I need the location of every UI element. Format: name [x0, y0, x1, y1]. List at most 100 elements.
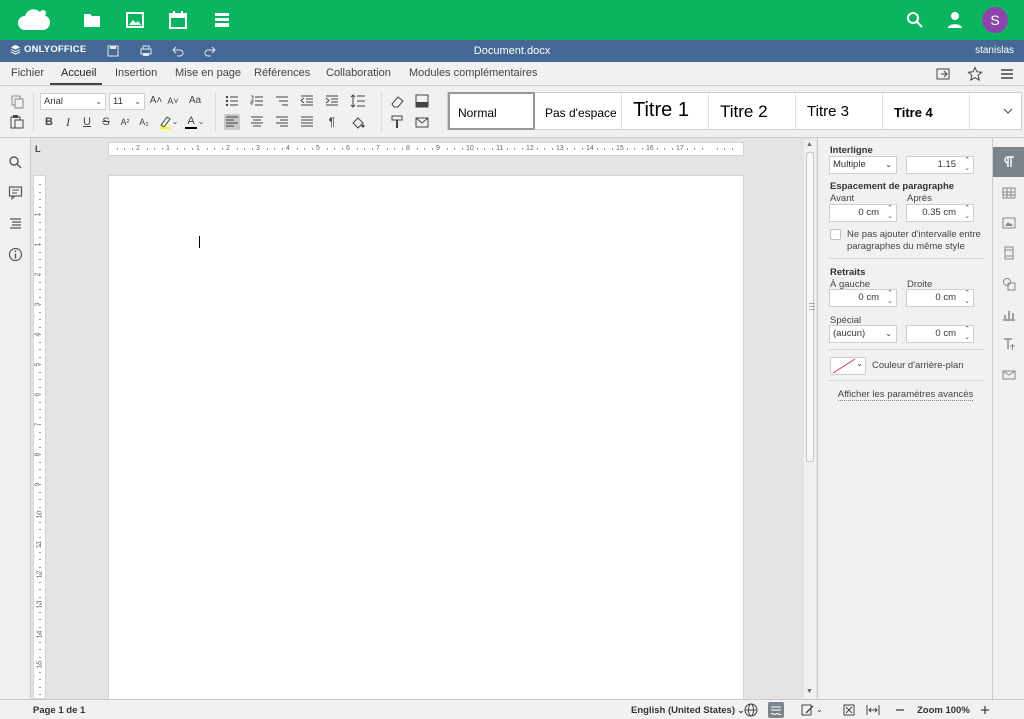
- style-no-spacing[interactable]: Pas d'espace: [535, 93, 622, 129]
- style-titre-3[interactable]: Titre 3: [796, 93, 883, 129]
- zoom-in-icon[interactable]: [978, 703, 992, 717]
- copy-style-paintbrush-icon[interactable]: [389, 114, 405, 130]
- tab-modules[interactable]: Modules complémentaires: [409, 67, 537, 79]
- grow-font-button[interactable]: A˄: [148, 93, 164, 109]
- style-titre-4[interactable]: Titre 4: [883, 93, 970, 129]
- spin-arrows-icon[interactable]: ⌃ ⌄: [964, 157, 970, 173]
- strikethrough-button[interactable]: S: [98, 114, 114, 130]
- align-right-icon[interactable]: [274, 114, 290, 130]
- color-scheme-icon[interactable]: [414, 93, 430, 109]
- line-spacing-value[interactable]: 1.15 ⌃ ⌄: [906, 156, 974, 174]
- document-page[interactable]: [108, 175, 744, 699]
- spin-arrows-icon[interactable]: ⌃ ⌄: [887, 205, 893, 221]
- shape-settings-tab[interactable]: [993, 269, 1024, 299]
- paste-icon[interactable]: [9, 114, 25, 130]
- spellcheck-icon[interactable]: [768, 702, 784, 718]
- scroll-down-icon[interactable]: ▼: [806, 688, 813, 695]
- bullet-list-icon[interactable]: [224, 93, 240, 109]
- spin-arrows-icon[interactable]: ⌃ ⌄: [964, 290, 970, 306]
- indent-left-input[interactable]: 0 cm ⌃ ⌄: [829, 289, 897, 307]
- menu-hamburger-icon[interactable]: [999, 66, 1015, 82]
- fit-page-icon[interactable]: [842, 703, 856, 717]
- tab-collaboration[interactable]: Collaboration: [326, 67, 391, 79]
- search-icon[interactable]: [905, 10, 925, 30]
- font-size-select[interactable]: 11 ⌄: [109, 93, 145, 110]
- decrease-indent-icon[interactable]: [299, 93, 315, 109]
- underline-button[interactable]: U: [79, 114, 95, 130]
- tab-accueil[interactable]: Accueil: [61, 67, 96, 79]
- mail-merge-settings-tab[interactable]: [993, 360, 1024, 390]
- search-icon[interactable]: [8, 155, 23, 170]
- multilevel-list-icon[interactable]: [274, 93, 290, 109]
- chevron-down-icon[interactable]: ⌄: [171, 114, 179, 130]
- align-center-icon[interactable]: [249, 114, 265, 130]
- style-titre-2[interactable]: Titre 2: [709, 93, 796, 129]
- tab-references[interactable]: Références: [254, 67, 310, 79]
- calendar-icon[interactable]: [168, 10, 188, 30]
- horizontal-ruler[interactable]: 2 1 1 2 3 4 5 6 7 8 9 10 11 12 13 14 15 16 17: [108, 142, 744, 156]
- header-footer-settings-tab[interactable]: [993, 238, 1024, 268]
- zoom-level[interactable]: Zoom 100%: [917, 705, 970, 716]
- line-spacing-icon[interactable]: [350, 93, 366, 109]
- vertical-ruler[interactable]: 1123456789101112131415: [33, 175, 46, 703]
- style-titre-1[interactable]: Titre 1: [622, 93, 709, 129]
- table-settings-tab[interactable]: [993, 178, 1024, 208]
- track-changes-icon[interactable]: [801, 703, 815, 717]
- spin-arrows-icon[interactable]: ⌃ ⌄: [964, 205, 970, 221]
- globe-icon[interactable]: [744, 703, 758, 717]
- info-icon[interactable]: [8, 247, 23, 262]
- change-case-button[interactable]: Aa: [184, 93, 206, 109]
- no-interval-checkbox[interactable]: [830, 229, 841, 240]
- fit-width-icon[interactable]: [866, 703, 880, 717]
- vertical-scrollbar[interactable]: ▲ ▼: [804, 140, 816, 699]
- contacts-icon[interactable]: [945, 10, 965, 30]
- line-spacing-mode-select[interactable]: Multiple ⌄: [829, 156, 897, 174]
- files-icon[interactable]: [82, 10, 102, 30]
- clear-style-eraser-icon[interactable]: [389, 93, 405, 109]
- paragraph-settings-tab[interactable]: [993, 147, 1024, 177]
- logo-cloud-icon[interactable]: [16, 8, 52, 32]
- open-location-icon[interactable]: [935, 66, 951, 82]
- style-normal[interactable]: Normal: [448, 92, 535, 130]
- align-justify-icon[interactable]: [299, 114, 315, 130]
- background-color-picker[interactable]: ⌄: [830, 357, 866, 375]
- comments-icon[interactable]: [8, 185, 23, 200]
- navigation-icon[interactable]: [8, 216, 23, 231]
- superscript-button[interactable]: A²: [117, 114, 133, 130]
- special-indent-input[interactable]: 0 cm ⌃ ⌄: [906, 325, 974, 343]
- scroll-up-icon[interactable]: ▲: [806, 141, 813, 148]
- copy-icon[interactable]: [9, 94, 25, 110]
- favorite-star-icon[interactable]: [967, 66, 983, 82]
- spacing-after-input[interactable]: 0.35 cm ⌃ ⌄: [906, 204, 974, 222]
- deck-icon[interactable]: [212, 10, 232, 30]
- tab-stop-selector[interactable]: L: [35, 144, 45, 154]
- scrollbar-thumb[interactable]: [806, 152, 815, 462]
- italic-button[interactable]: I: [60, 114, 76, 130]
- align-left-icon[interactable]: [224, 114, 240, 130]
- spin-arrows-icon[interactable]: ⌃ ⌄: [887, 290, 893, 306]
- photos-icon[interactable]: [125, 10, 145, 30]
- zoom-out-icon[interactable]: [893, 703, 907, 717]
- subscript-button[interactable]: A₂: [136, 114, 152, 130]
- spin-arrows-icon[interactable]: ⌃ ⌄: [964, 326, 970, 342]
- tab-mise-en-page[interactable]: Mise en page: [175, 67, 241, 79]
- avatar[interactable]: S: [982, 7, 1008, 33]
- paragraph-shading-icon[interactable]: [350, 114, 366, 130]
- chart-settings-tab[interactable]: [993, 299, 1024, 329]
- special-indent-select[interactable]: (aucun) ⌄: [829, 325, 897, 343]
- increase-indent-icon[interactable]: [324, 93, 340, 109]
- bold-button[interactable]: B: [41, 114, 57, 130]
- language-select[interactable]: English (United States) ⌄: [631, 705, 744, 716]
- numbered-list-icon[interactable]: [249, 93, 265, 109]
- font-name-select[interactable]: Arial ⌄: [40, 93, 106, 110]
- tab-fichier[interactable]: Fichier: [11, 67, 44, 79]
- tab-insertion[interactable]: Insertion: [115, 67, 157, 79]
- shrink-font-button[interactable]: A˅: [165, 93, 181, 109]
- mail-merge-icon[interactable]: [414, 114, 430, 130]
- chevron-down-icon[interactable]: ⌄: [197, 114, 205, 130]
- text-art-settings-tab[interactable]: [993, 329, 1024, 359]
- chevron-down-icon[interactable]: ⌄: [816, 705, 823, 714]
- pilcrow-icon[interactable]: ¶: [324, 114, 340, 130]
- advanced-settings-link[interactable]: Afficher les paramètres avancés: [818, 389, 993, 401]
- style-gallery-expand[interactable]: [970, 93, 1021, 129]
